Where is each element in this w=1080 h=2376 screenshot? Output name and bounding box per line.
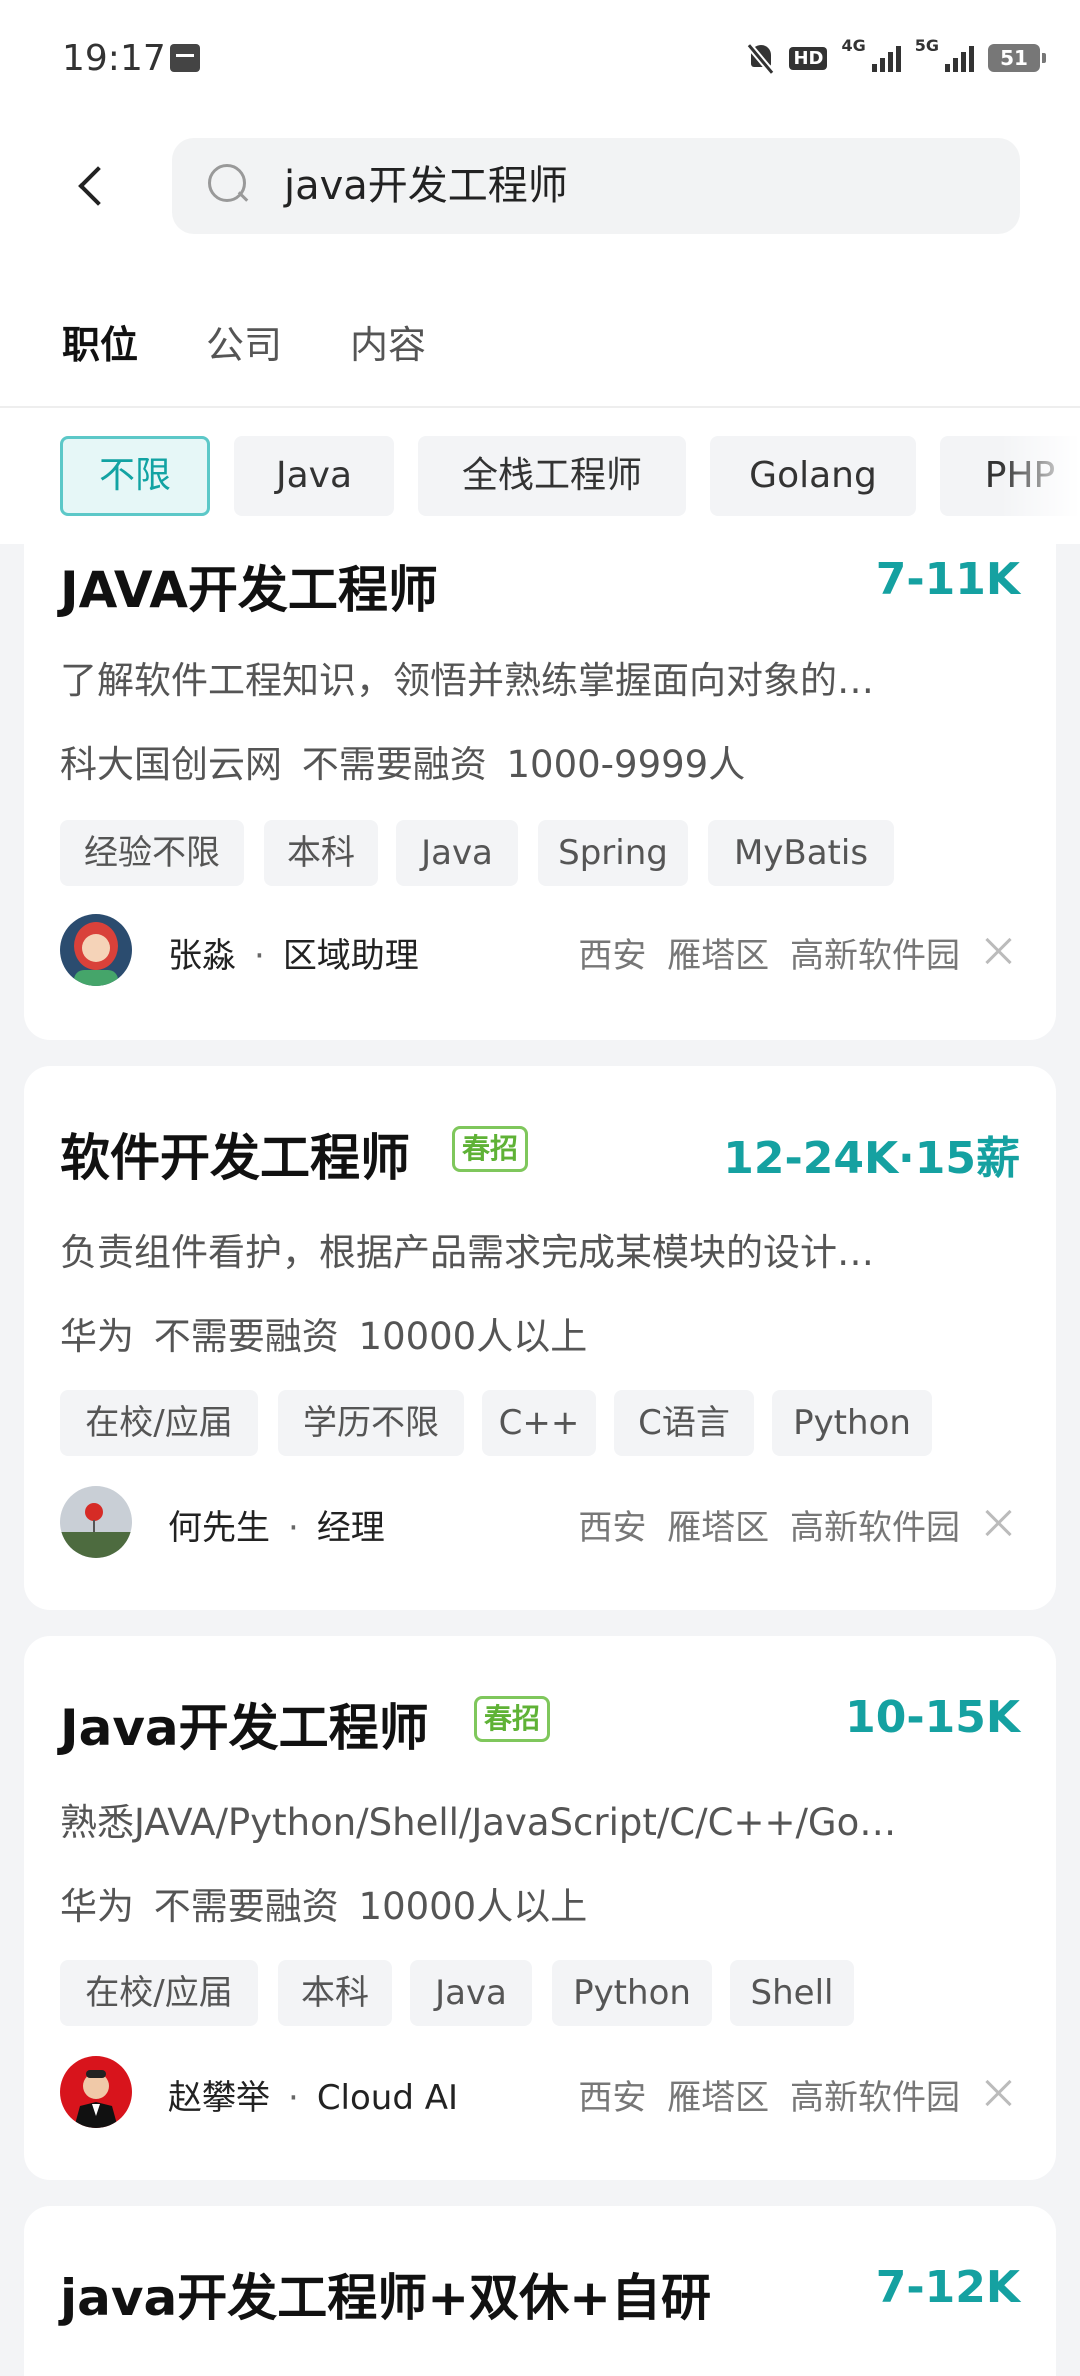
recruiter-info: 赵攀举 · Cloud AI: [168, 2078, 459, 2118]
tab-jobs[interactable]: 职位: [62, 314, 138, 369]
close-icon[interactable]: [984, 2078, 1014, 2108]
network-4g-label: 4G: [841, 36, 866, 55]
tab-companies[interactable]: 公司: [206, 314, 282, 369]
search-icon: [206, 162, 250, 206]
network-5g-label: 5G: [914, 36, 939, 55]
job-tag: Shell: [730, 1960, 854, 2026]
spring-recruit-badge: 春招: [452, 1126, 529, 1172]
job-tag: 经验不限: [60, 820, 244, 886]
status-bar: 19:17 HD 4G 5G 51: [0, 0, 1080, 120]
company-info: 华为 不需要融资 10000人以上: [60, 1885, 588, 1928]
job-card[interactable]: JAVA开发工程师 7-11K 了解软件工程知识，领悟并熟练掌握面向对象的… 科…: [24, 490, 1056, 1040]
search-query[interactable]: java开发工程师: [284, 158, 568, 214]
filter-chip-golang[interactable]: Golang: [710, 436, 916, 516]
job-tag: 在校/应届: [60, 1960, 258, 2026]
close-icon[interactable]: [984, 936, 1014, 966]
filter-chip-all[interactable]: 不限: [60, 436, 210, 516]
job-tag: Python: [552, 1960, 712, 2026]
job-title: Java开发工程师: [60, 1699, 429, 1757]
back-arrow-icon[interactable]: [72, 162, 112, 212]
job-salary: 7-12K: [875, 2262, 1020, 2313]
job-tag: Java: [396, 820, 518, 886]
spring-recruit-badge: 春招: [474, 1696, 551, 1742]
job-card[interactable]: Java开发工程师 春招 10-15K 熟悉JAVA/Python/Shell/…: [24, 1636, 1056, 2180]
signal-icon: [945, 44, 974, 72]
company-info: 科大国创云网 不需要融资 1000-9999人: [60, 743, 746, 786]
status-time: 19:17: [62, 38, 166, 79]
job-tag: MyBatis: [708, 820, 894, 886]
company-info: 华为 不需要融资 10000人以上: [60, 1315, 588, 1358]
job-tag: 学历不限: [278, 1390, 464, 1456]
filter-chip-java[interactable]: Java: [234, 436, 394, 516]
recruiter-avatar: [60, 2056, 132, 2128]
job-location: 西安 雁塔区 高新软件园: [578, 1508, 960, 1548]
tab-content[interactable]: 内容: [350, 314, 426, 369]
recruiter-role: 经理: [316, 1508, 385, 1548]
close-icon[interactable]: [984, 1508, 1014, 1538]
job-card[interactable]: java开发工程师+双休+自研 7-12K: [24, 2206, 1056, 2376]
recruiter-name: 赵攀举: [168, 2078, 270, 2118]
recruiter-avatar: [60, 1486, 132, 1558]
job-description: 熟悉JAVA/Python/Shell/JavaScript/C/C++/Go…: [60, 1801, 897, 1844]
filter-chips: 不限 Java 全栈工程师 Golang PHP: [0, 430, 1080, 520]
filters-fade: [1000, 430, 1080, 520]
job-description: 负责组件看护，根据产品需求完成某模块的设计…: [60, 1231, 874, 1274]
job-salary: 12-24K·15薪: [723, 1133, 1020, 1184]
job-salary: 7-11K: [875, 554, 1020, 605]
job-tag: Spring: [538, 820, 688, 886]
signal-icon: [871, 44, 901, 72]
filter-chip-fullstack[interactable]: 全栈工程师: [418, 436, 686, 516]
search-input[interactable]: java开发工程师: [172, 138, 1020, 234]
job-salary: 10-15K: [845, 1692, 1020, 1743]
job-tag: 本科: [264, 820, 378, 886]
mute-bell-icon: [747, 43, 775, 73]
battery-icon: 51: [988, 44, 1046, 72]
job-title: JAVA开发工程师: [60, 561, 438, 619]
recruiter-name: 何先生: [168, 1508, 270, 1548]
job-tag: Python: [772, 1390, 932, 1456]
job-tag: C++: [482, 1390, 596, 1456]
system-icons: HD 4G 5G 51: [747, 36, 1046, 78]
job-location: 西安 雁塔区 高新软件园: [578, 2078, 960, 2118]
job-tag: 本科: [278, 1960, 392, 2026]
job-description: 了解软件工程知识，领悟并熟练掌握面向对象的…: [60, 659, 874, 702]
recruiter-info: 何先生 · 经理: [168, 1508, 385, 1548]
recruiter-avatar: [60, 914, 132, 986]
job-tag: C语言: [614, 1390, 754, 1456]
result-tabs: 职位 公司 内容: [0, 306, 1080, 376]
job-location: 西安 雁塔区 高新软件园: [578, 936, 960, 976]
job-card[interactable]: 软件开发工程师 春招 12-24K·15薪 负责组件看护，根据产品需求完成某模块…: [24, 1066, 1056, 1610]
divider: [0, 406, 1080, 408]
recruiter-info: 张淼 · 区域助理: [168, 936, 419, 976]
job-tag: Java: [410, 1960, 532, 2026]
job-tag: 在校/应届: [60, 1390, 258, 1456]
recruiter-name: 张淼: [168, 936, 236, 976]
recruiter-role: 区域助理: [282, 936, 419, 976]
job-title: java开发工程师+双休+自研: [60, 2269, 712, 2327]
hd-icon: HD: [789, 46, 828, 70]
recruiter-role: Cloud AI: [316, 2078, 459, 2118]
header-area: 19:17 HD 4G 5G 51 java开发工程师 职位 公司 内容 不限 …: [0, 0, 1080, 544]
job-title: 软件开发工程师: [60, 1129, 410, 1187]
calendar-icon: [170, 44, 200, 72]
